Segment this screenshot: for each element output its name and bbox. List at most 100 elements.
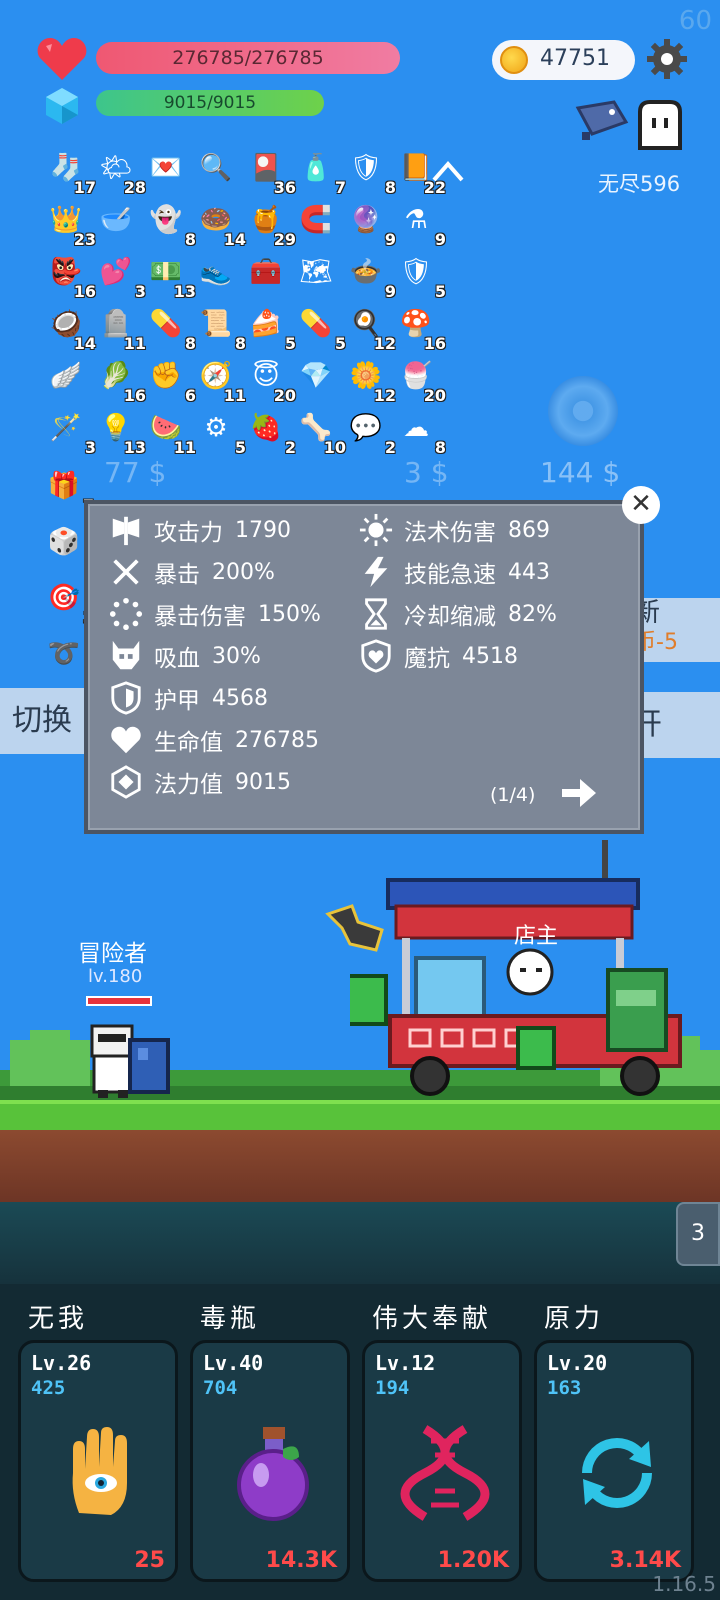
page-indicator: (1/4) (490, 784, 536, 806)
inventory-item[interactable]: 💬 2 (344, 406, 396, 456)
inventory-item[interactable]: 🍧 20 (394, 354, 446, 404)
inventory-item[interactable]: 💊 5 (294, 302, 346, 352)
stat-row: 生命值 276785 (108, 722, 319, 758)
fist-icon: ✊ (149, 361, 183, 391)
inventory-item[interactable]: ☁ 8 (394, 406, 446, 456)
skill-card[interactable]: Lv.26 425 25 (18, 1340, 178, 1582)
skill-card[interactable]: Lv.20 163 3.14K (534, 1340, 694, 1582)
inventory-item[interactable]: 🎴 36 (244, 146, 296, 196)
inventory-item[interactable]: 💌 (144, 146, 188, 190)
inventory-item[interactable]: 👻 8 (144, 198, 196, 248)
inventory-item[interactable]: ⚗ 9 (394, 198, 446, 248)
inventory-item[interactable]: 🧦 17 (44, 146, 96, 196)
inventory-item[interactable]: 🪽 (44, 354, 88, 398)
inventory-item[interactable]: 👺 16 (44, 250, 96, 300)
inventory-item[interactable]: 🍳 12 (344, 302, 396, 352)
skill-level: Lv.12 (375, 1351, 436, 1375)
switch-button[interactable]: 切换 (0, 688, 84, 754)
wave-counter-badge[interactable]: 3 (676, 1202, 720, 1266)
inventory-item[interactable]: ⚙ 5 (194, 406, 246, 456)
inventory-item[interactable]: 📜 8 (194, 302, 246, 352)
inventory-item[interactable]: 🍲 9 (344, 250, 396, 300)
inventory-item[interactable]: 🔍 (194, 146, 238, 190)
close-button[interactable]: ✕ (622, 486, 660, 524)
adventurer-knight-sprite[interactable] (84, 1020, 176, 1100)
inventory-item[interactable]: 🍄 16 (394, 302, 446, 352)
inventory-item[interactable]: 💊 8 (144, 302, 196, 352)
inventory-item[interactable]: 🪦 11 (94, 302, 146, 352)
arrow-right-icon[interactable] (560, 776, 598, 810)
shop-cart-sprite[interactable] (350, 840, 700, 1100)
inventory-item[interactable]: 👟 (194, 250, 238, 294)
inventory-item[interactable]: 🗺 (294, 250, 338, 294)
inventory-item[interactable]: 👑 23 (44, 198, 96, 248)
inventory-item[interactable]: 🎁7 (42, 464, 94, 514)
stat-value: 1790 (235, 517, 291, 543)
skill-points: 194 (375, 1377, 410, 1399)
collapse-chevron-up-icon[interactable] (430, 156, 466, 186)
inventory-item[interactable]: 🎯3 (42, 576, 94, 626)
coin-counter[interactable]: 47751 (492, 40, 635, 80)
refresh-cost: 币-5 (634, 630, 678, 655)
lightning-icon (358, 554, 394, 590)
skill-card[interactable]: Lv.12 194 1.20K (362, 1340, 522, 1582)
player-ghost-icon[interactable] (634, 98, 686, 152)
inventory-item[interactable]: 🍩 14 (194, 198, 246, 248)
portal-orb[interactable] (548, 376, 618, 446)
inventory-item[interactable]: 💕 3 (94, 250, 146, 300)
price-label: 77 $ (104, 456, 167, 489)
inventory-item[interactable]: 🍰 5 (244, 302, 296, 352)
stat-row: 法力值 9015 (108, 764, 291, 800)
inventory-item[interactable]: 💡 13 (94, 406, 146, 456)
inventory-item[interactable]: 🛡 5 (394, 250, 446, 300)
stat-row: 魔抗 4518 (358, 638, 518, 674)
stat-row: 技能急速 443 (358, 554, 550, 590)
magic-shield-icon (358, 638, 394, 674)
inventory-item[interactable]: 🧰 (244, 250, 288, 294)
inventory-item[interactable]: 🧴 7 (294, 146, 346, 196)
skill-points: 163 (547, 1377, 582, 1399)
item-count: 36 (273, 178, 296, 197)
inventory-item[interactable]: 💵 13 (144, 250, 196, 300)
inventory-item[interactable]: 🥬 16 (94, 354, 146, 404)
burst-circle-icon (108, 596, 144, 632)
skill-card[interactable]: Lv.40 704 14.3K (190, 1340, 350, 1582)
inventory-item[interactable]: 🔮 9 (344, 198, 396, 248)
settings-gear-icon[interactable] (646, 38, 688, 80)
inventory-item[interactable]: 🛡 8 (344, 146, 396, 196)
stat-row: 吸血 30% (108, 638, 261, 674)
adventurer-name: 冒险者 (78, 941, 147, 967)
inventory-item[interactable]: 🪄 3 (44, 406, 96, 456)
inventory-item[interactable]: 🎲 (42, 520, 86, 564)
stat-value: 150% (258, 601, 321, 627)
item-count: 28 (123, 178, 146, 197)
skill-upgrade-cost: 1.20K (437, 1548, 509, 1573)
inventory-item[interactable]: 🥣 (94, 198, 138, 242)
stat-row: 暴击 200% (108, 554, 275, 590)
inventory-item[interactable]: 🍓 2 (244, 406, 296, 456)
inventory-item[interactable]: 🍯 29 (244, 198, 296, 248)
skill-upgrade-cost: 25 (134, 1548, 165, 1573)
item-count: 20 (423, 386, 446, 405)
cycle-arrows-icon (567, 1423, 667, 1523)
inventory-item[interactable]: 🧭 11 (194, 354, 246, 404)
skill-upgrade-cost: 3.14K (609, 1548, 681, 1573)
inventory-item[interactable]: 🌼 12 (344, 354, 396, 404)
stat-value: 9015 (235, 769, 291, 795)
inventory-item[interactable]: 🌤 28 (94, 146, 146, 196)
inventory-item[interactable]: 🧲 (294, 198, 338, 242)
skill-name: 伟大奉献 (372, 1304, 493, 1334)
inventory-item[interactable]: 🍉 11 (144, 406, 196, 456)
stat-row: 冷却缩减 82% (358, 596, 557, 632)
inventory-item[interactable]: 🥥 14 (44, 302, 96, 352)
cake-flag-icon: 🍰 (249, 309, 283, 339)
inventory-item[interactable]: ➰ (42, 632, 86, 676)
inventory-item[interactable]: 😇 20 (244, 354, 296, 404)
inventory-item[interactable]: 🦴 10 (294, 406, 346, 456)
armor-shield-icon (108, 680, 144, 716)
inventory-item[interactable]: ✊ 6 (144, 354, 196, 404)
item-count: 12 (373, 386, 396, 405)
inventory-item[interactable]: 💎 (294, 354, 338, 398)
fish-flag-icon[interactable] (574, 96, 630, 144)
stat-value: 4518 (462, 643, 518, 669)
